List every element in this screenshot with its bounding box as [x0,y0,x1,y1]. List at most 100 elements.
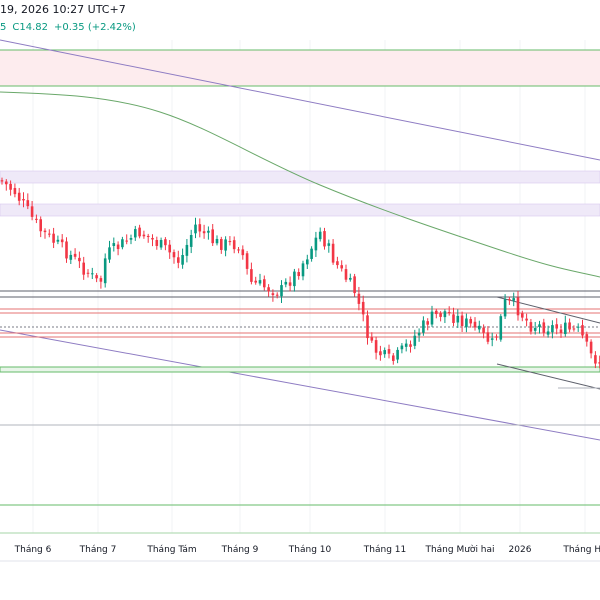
candle-body [95,275,98,279]
candle-body [379,351,382,356]
candle-body [267,287,270,292]
resistance-zone-purple-1 [0,170,600,184]
candle-body [392,355,395,361]
time-tick-label: Tháng 11 [363,545,407,555]
candle-body [250,269,253,282]
candle-body [254,280,257,283]
candle-body [482,327,485,333]
candle-body [589,341,593,354]
candle-body [112,243,116,247]
candle-body [357,293,361,304]
candle-body [52,233,55,243]
candle-body [452,314,455,323]
candle-body [142,234,146,237]
candle-body [572,328,576,330]
candle-body [353,276,356,294]
candle-body [35,218,38,220]
candle-body [108,247,111,260]
resistance-zone-purple-2 [0,203,600,217]
candle-body [426,321,429,325]
candle-body [396,349,399,360]
candle-body [168,244,171,253]
candle-body [293,271,296,287]
candle-body [202,231,206,234]
time-tick-label: Tháng Mười hai [425,545,495,555]
candle-body [26,200,30,207]
candle-body [538,324,541,327]
candle-body [404,343,408,347]
candle-body [138,227,141,237]
candle-body [151,237,154,240]
candle-body [361,301,365,315]
candle-body [275,294,279,296]
candle-body [159,240,163,248]
candle-body [237,249,240,251]
candle-body [478,325,481,330]
candle-body [551,325,554,333]
candle-body [245,253,249,269]
candle-body [116,244,120,250]
candle-body [91,273,94,275]
candle-body [336,261,339,266]
candle-body [301,263,305,277]
candle-body [585,334,589,342]
candle-body [564,322,567,335]
candle-body [125,240,128,242]
candle-body [60,239,64,243]
candle-body [297,272,300,277]
candle-body [146,235,150,238]
candle-body [43,230,47,233]
candle-body [555,324,558,329]
candle-body [344,269,348,280]
candle-body [473,321,477,328]
candle-body [30,206,34,217]
candle-body [447,312,451,314]
candle-body [331,243,335,263]
candle-body [228,241,232,243]
candle-body [13,188,17,195]
lower-trendline [0,329,600,441]
candle-body [383,350,386,355]
candle-body [443,311,447,318]
candle-body [542,322,546,333]
price-chart[interactable] [0,0,600,600]
candle-body [400,345,404,350]
candle-body [280,285,283,297]
grid [32,40,586,533]
candle-body [374,340,378,353]
candle-body [490,338,494,340]
candle-body [417,332,421,336]
resistance-zone-red [0,50,600,86]
candle-body [486,332,490,342]
time-tick-label: Tháng Tám [147,545,197,555]
candle-body [78,257,81,262]
candle-body [306,259,309,265]
support-zone-green [0,366,600,373]
candle-body [460,315,464,327]
candle-body [99,278,103,282]
candle-body [215,238,219,244]
candle-body [581,325,584,336]
candle-body [521,313,524,318]
candle-body [310,248,313,259]
candle-body [39,219,42,232]
time-tick-label: Tháng 6 [14,545,52,555]
candle-body [288,282,292,286]
candle-body [366,315,369,339]
candle-body [207,230,210,233]
candle-body [224,239,227,251]
candle-body [525,318,528,321]
candle-body [0,180,4,182]
time-tick-label: Tháng Ha [563,545,600,555]
candle-body [387,349,391,354]
candle-body [503,299,507,317]
candle-body [435,310,438,315]
candle-body [456,315,460,323]
candle-body [65,241,68,259]
candle-body [232,240,236,250]
candle-body [258,280,262,284]
candle-body [546,331,550,335]
candle-body [198,224,202,232]
candle-body [508,299,511,301]
candle-body [185,244,189,256]
